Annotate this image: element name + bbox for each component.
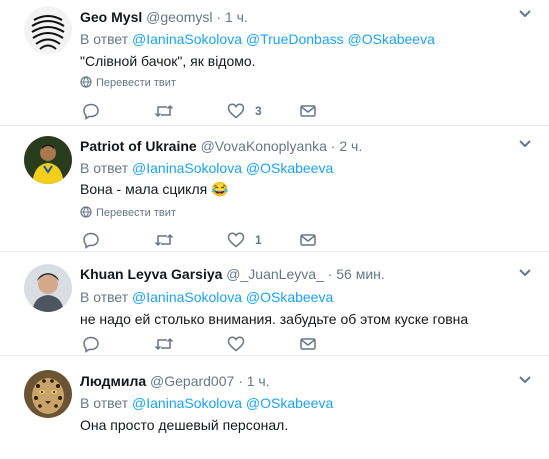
tweet[interactable]: Khuan Leyva Garsiya @_JuanLeyva_ · 56 ми… — [0, 252, 549, 356]
chevron-down-icon[interactable] — [517, 267, 533, 279]
tweet-text: не надо ей столько внимания. забудьте об… — [80, 311, 469, 327]
reply-prefix: В ответ — [80, 395, 129, 411]
like-count: 3 — [255, 104, 262, 118]
avatar[interactable] — [24, 136, 72, 184]
envelope-icon — [300, 105, 316, 117]
timestamp[interactable]: 2 ч. — [339, 138, 362, 154]
globe-icon — [80, 76, 92, 88]
tweet-header: Patriot of Ukraine @VovaKonoplyanka · 2 … — [80, 137, 362, 155]
retweet-button[interactable] — [154, 101, 184, 121]
tweet-text: Она просто дешевый персонал. — [80, 417, 289, 433]
retweet-button[interactable] — [154, 230, 184, 250]
display-name[interactable]: Patriot of Ukraine — [80, 138, 197, 154]
tweet[interactable]: Людмила @Gepard007 · 1 ч. В ответ @Ianin… — [0, 356, 549, 459]
separator: · — [238, 373, 243, 389]
tweet-header: Khuan Leyva Garsiya @_JuanLeyva_ · 56 ми… — [80, 265, 385, 283]
retweet-icon — [154, 233, 174, 247]
fingerprint-logo-icon — [24, 6, 72, 54]
mention-link[interactable]: @OSkabeeva — [246, 160, 333, 176]
mention-link[interactable]: @OSkabeeva — [246, 289, 333, 305]
globe-icon — [80, 206, 92, 218]
user-photo-icon — [24, 136, 72, 184]
avatar[interactable] — [24, 370, 72, 418]
tweet-actions — [80, 334, 340, 354]
avatar[interactable] — [24, 264, 72, 312]
envelope-icon — [300, 234, 316, 246]
translate-label: Перевести твит — [96, 207, 176, 219]
reply-prefix: В ответ — [80, 160, 129, 176]
direct-message-button[interactable] — [299, 334, 317, 354]
username[interactable]: @Gepard007 — [150, 373, 234, 389]
tweet-actions: 3 — [80, 101, 340, 121]
tweet-header: Geo Mysl @geomysl · 1 ч. — [80, 8, 248, 26]
heart-icon — [227, 103, 245, 119]
mention-link[interactable]: @OSkabeeva — [348, 31, 435, 47]
leopard-photo-icon — [24, 370, 72, 418]
envelope-icon — [300, 338, 316, 350]
translate-link[interactable]: Перевести твит — [80, 206, 176, 220]
user-photo-icon — [24, 264, 72, 312]
mention-link[interactable]: @IaninaSokolova — [132, 289, 242, 305]
mention-link[interactable]: @IaninaSokolova — [132, 160, 242, 176]
reply-context: В ответ @IaninaSokolova @OSkabeeva — [80, 288, 333, 306]
retweet-button[interactable] — [154, 334, 184, 354]
display-name[interactable]: Geo Mysl — [80, 9, 142, 25]
heart-icon — [227, 336, 245, 352]
reply-prefix: В ответ — [80, 289, 129, 305]
retweet-icon — [154, 337, 174, 351]
avatar[interactable] — [24, 6, 72, 54]
like-button[interactable]: 1 — [227, 230, 262, 250]
reply-context: В ответ @IaninaSokolova @OSkabeeva — [80, 159, 333, 177]
timestamp[interactable]: 56 мин. — [336, 266, 385, 282]
display-name[interactable]: Khuan Leyva Garsiya — [80, 266, 222, 282]
like-button[interactable] — [227, 334, 255, 354]
mention-link[interactable]: @IaninaSokolova — [132, 31, 242, 47]
separator: · — [330, 138, 336, 154]
tweet-text: "Слівной бачок", як відомо. — [80, 53, 256, 69]
mention-link[interactable]: @IaninaSokolova — [132, 395, 242, 411]
username[interactable]: @_JuanLeyva_ — [226, 266, 324, 282]
mention-link[interactable]: @TrueDonbass — [246, 31, 344, 47]
reply-context: В ответ @IaninaSokolova @OSkabeeva — [80, 394, 333, 412]
tweet[interactable]: Geo Mysl @geomysl · 1 ч. В ответ @Ianina… — [0, 0, 549, 126]
tweet-actions: 1 — [80, 230, 340, 250]
reply-prefix: В ответ — [80, 31, 129, 47]
username[interactable]: @geomysl — [146, 9, 212, 25]
reply-icon — [83, 103, 99, 120]
direct-message-button[interactable] — [299, 230, 317, 250]
reply-button[interactable] — [82, 334, 110, 354]
retweet-icon — [154, 104, 174, 118]
reply-context: В ответ @IaninaSokolova @TrueDonbass @OS… — [80, 30, 435, 48]
separator: · — [327, 266, 333, 282]
mention-link[interactable]: @OSkabeeva — [246, 395, 333, 411]
reply-button[interactable] — [82, 230, 110, 250]
like-count: 1 — [255, 233, 262, 247]
tweet-text: Вона - мала сцикля 😂 — [80, 181, 229, 197]
separator: · — [216, 9, 222, 25]
reply-icon — [83, 336, 99, 353]
tweet[interactable]: Patriot of Ukraine @VovaKonoplyanka · 2 … — [0, 126, 549, 252]
timestamp[interactable]: 1 ч. — [247, 373, 270, 389]
tweet-header: Людмила @Gepard007 · 1 ч. — [80, 372, 270, 390]
like-button[interactable]: 3 — [227, 101, 262, 121]
heart-icon — [227, 232, 245, 248]
translate-label: Перевести твит — [96, 77, 176, 89]
chevron-down-icon[interactable] — [517, 138, 533, 150]
reply-button[interactable] — [82, 101, 110, 121]
direct-message-button[interactable] — [299, 101, 317, 121]
chevron-down-icon[interactable] — [517, 374, 533, 386]
timestamp[interactable]: 1 ч. — [225, 9, 248, 25]
translate-link[interactable]: Перевести твит — [80, 76, 176, 90]
display-name[interactable]: Людмила — [80, 373, 146, 389]
reply-icon — [83, 232, 99, 249]
chevron-down-icon[interactable] — [517, 8, 533, 20]
username[interactable]: @VovaKonoplyanka — [201, 138, 327, 154]
